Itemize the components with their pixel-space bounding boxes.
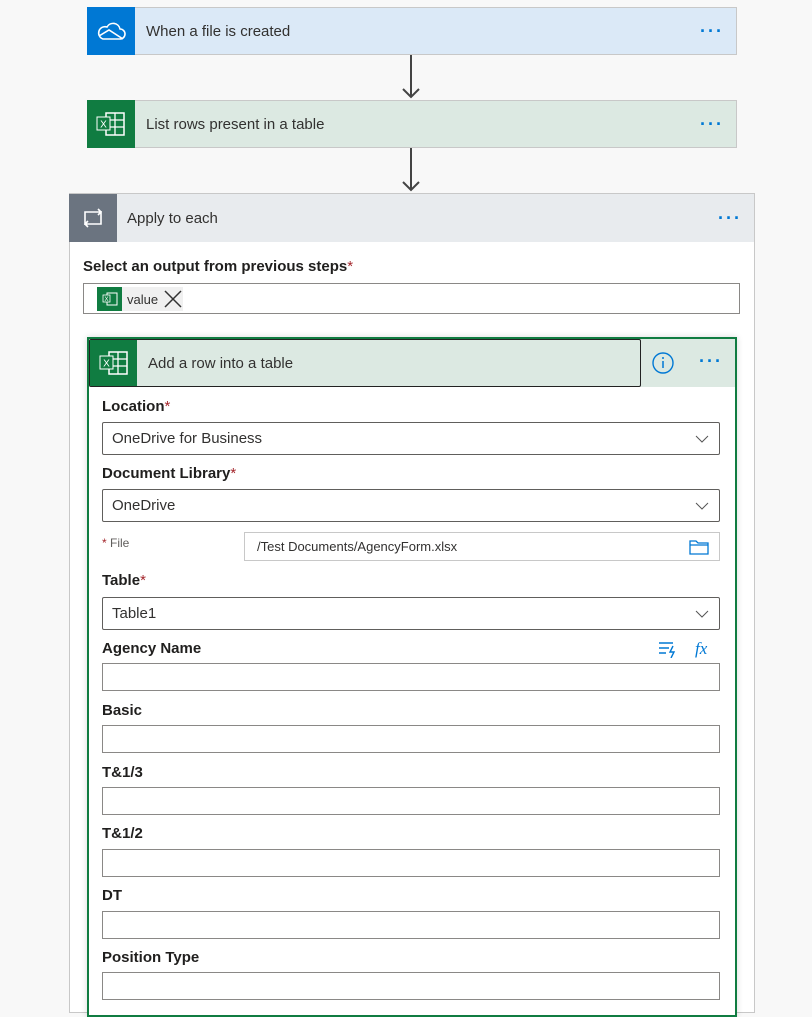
column-label: T&1/3 [102, 764, 143, 781]
info-icon[interactable] [652, 352, 674, 374]
output-input[interactable]: X value [83, 283, 740, 314]
position-type-input[interactable] [102, 972, 720, 1000]
column-label: Basic [102, 702, 143, 719]
loop-icon [69, 193, 117, 242]
svg-text:X: X [103, 359, 110, 370]
output-label: Select an output from previous steps* [83, 258, 354, 275]
expression-fx-icon[interactable]: fx [695, 639, 707, 659]
dt-input[interactable] [102, 911, 720, 939]
more-options-button[interactable]: ··· [700, 21, 724, 42]
select-value: OneDrive for Business [112, 430, 263, 447]
file-input[interactable]: /Test Documents/AgencyForm.xlsx [244, 532, 720, 561]
apply-to-each-title: Apply to each [127, 209, 218, 227]
step-when-file-created[interactable]: When a file is created ··· [87, 6, 737, 55]
svg-text:X: X [100, 119, 107, 130]
column-label: Position Type [102, 949, 200, 966]
token-label: value [127, 291, 159, 307]
basic-input[interactable] [102, 725, 720, 753]
excel-icon: X [87, 99, 135, 148]
step-title: List rows present in a table [146, 115, 325, 133]
onedrive-cloud-icon [87, 6, 135, 55]
table-select[interactable]: Table1 [102, 597, 720, 630]
file-label: * File [102, 536, 130, 550]
t-1-3-input[interactable] [102, 787, 720, 815]
chevron-down-icon [695, 610, 709, 618]
step-title: When a file is created [146, 22, 291, 40]
excel-icon: X [90, 340, 137, 386]
column-label: DT [102, 887, 122, 904]
column-label: Agency Name [102, 640, 202, 657]
chevron-down-icon [695, 502, 709, 510]
agency-name-input[interactable] [102, 663, 720, 691]
library-select[interactable]: OneDrive [102, 489, 720, 522]
table-label: Table* [102, 572, 146, 589]
more-options-button[interactable]: ··· [700, 114, 724, 135]
close-icon[interactable] [164, 290, 182, 308]
chevron-down-icon [695, 435, 709, 443]
folder-icon[interactable] [689, 539, 709, 555]
svg-text:X: X [104, 297, 108, 303]
arrow-down-icon [402, 55, 420, 99]
library-label: Document Library* [102, 465, 237, 482]
apply-to-each-header[interactable]: Apply to each ··· [69, 193, 754, 242]
more-options-button[interactable]: ··· [718, 208, 742, 229]
select-value: OneDrive [112, 497, 176, 514]
arrow-down-icon [402, 148, 420, 192]
select-value: Table1 [112, 605, 157, 622]
value-token: X value [97, 287, 183, 311]
more-options-button[interactable]: ··· [699, 351, 723, 372]
t-1-2-input[interactable] [102, 849, 720, 877]
file-value: /Test Documents/AgencyForm.xlsx [257, 539, 458, 554]
excel-icon: X [97, 287, 122, 311]
action-title: Add a row into a table [148, 354, 294, 372]
step-list-rows[interactable]: X List rows present in a table ··· [87, 99, 737, 148]
add-row-header[interactable]: X Add a row into a table ··· [89, 339, 735, 387]
location-select[interactable]: OneDrive for Business [102, 422, 720, 455]
dynamic-content-icon[interactable] [658, 640, 678, 658]
location-label: Location* [102, 398, 171, 415]
column-label: T&1/2 [102, 825, 143, 842]
